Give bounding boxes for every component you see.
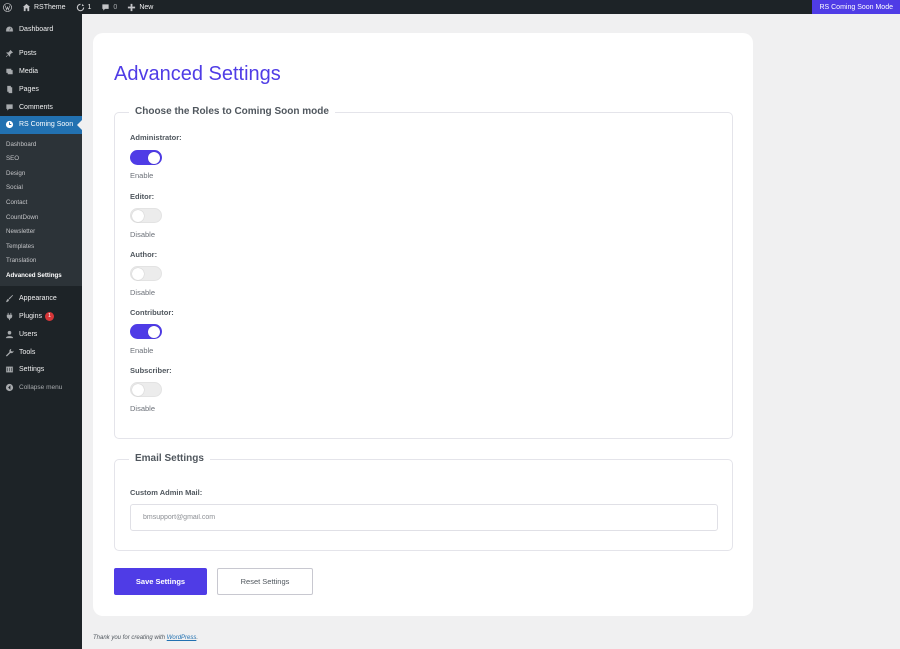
sidebar-item-label: Posts <box>19 50 37 58</box>
coming-soon-mode-indicator[interactable]: RS Coming Soon Mode <box>812 0 900 14</box>
coming-soon-mode-label: RS Coming Soon Mode <box>819 3 893 11</box>
role-label-author: Author: <box>130 250 158 259</box>
sidebar-item-label: Appearance <box>19 295 57 303</box>
submenu-item-dashboard[interactable]: Dashboard <box>0 137 82 152</box>
sidebar-item-settings[interactable]: Settings <box>0 361 82 379</box>
editor-state: Disable <box>130 230 156 239</box>
sidebar-item-dashboard[interactable]: Dashboard <box>0 21 82 39</box>
sidebar-item-label: Users <box>19 330 38 338</box>
email-legend: Email Settings <box>129 453 210 464</box>
sidebar-item-label: RS Coming Soon <box>19 121 74 129</box>
collapse-menu-button[interactable]: Collapse menu <box>0 379 82 397</box>
sidebar-item-tools[interactable]: Tools <box>0 343 82 361</box>
sidebar-item-media[interactable]: Media <box>0 63 82 81</box>
new-content-link[interactable]: New <box>122 0 158 14</box>
sidebar-item-plugins[interactable]: Plugins 1 <box>0 308 82 326</box>
wordpress-logo-icon[interactable] <box>0 0 17 14</box>
footer-text: Thank you for creating with <box>93 635 167 641</box>
home-icon <box>22 3 31 11</box>
sidebar-item-rs-coming-soon[interactable]: RS Coming Soon <box>0 115 82 134</box>
clock-icon <box>5 121 14 129</box>
comments-count: 0 <box>113 3 118 11</box>
pages-icon <box>7 85 13 93</box>
toggle-knob <box>132 210 144 222</box>
submenu-item-design[interactable]: Design <box>0 166 82 181</box>
author-state: Disable <box>130 288 156 297</box>
admin-sidebar: Dashboard Posts Media Pages Comments RS … <box>0 14 82 649</box>
custom-admin-mail-label: Custom Admin Mail: <box>130 488 203 497</box>
page-title: Advanced Settings <box>114 63 281 85</box>
brush-icon <box>5 295 14 303</box>
sidebar-item-label: Pages <box>19 85 39 93</box>
refresh-icon <box>76 3 84 11</box>
submenu-item-translation[interactable]: Translation <box>0 254 82 269</box>
comment-icon <box>102 3 110 11</box>
editor-toggle[interactable] <box>130 208 162 223</box>
reset-settings-button[interactable]: Reset Settings <box>217 568 313 595</box>
sidebar-item-comments[interactable]: Comments <box>0 98 82 116</box>
administrator-toggle[interactable] <box>130 150 162 165</box>
contributor-toggle[interactable] <box>130 324 162 339</box>
sidebar-item-pages[interactable]: Pages <box>0 80 82 98</box>
updates-link[interactable]: 1 <box>71 0 97 14</box>
pin-icon <box>5 50 14 58</box>
plugins-update-badge: 1 <box>44 311 54 321</box>
wordpress-link[interactable]: WordPress <box>167 635 197 641</box>
submenu-item-countdown[interactable]: CountDown <box>0 210 82 225</box>
submenu-item-templates[interactable]: Templates <box>0 239 82 254</box>
media-icon <box>6 68 13 75</box>
submenu-item-advanced-settings[interactable]: Advanced Settings <box>0 268 82 283</box>
role-label-editor: Editor: <box>130 192 155 201</box>
submenu-item-social[interactable]: Social <box>0 181 82 196</box>
sidebar-item-appearance[interactable]: Appearance <box>0 290 82 308</box>
role-label-contributor: Contributor: <box>130 308 174 317</box>
role-label-subscriber: Subscriber: <box>130 366 172 375</box>
author-toggle[interactable] <box>130 266 162 281</box>
admin-footer: Thank you for creating with WordPress. <box>93 635 198 641</box>
custom-admin-mail-input[interactable] <box>130 504 718 531</box>
submenu-item-seo[interactable]: SEO <box>0 151 82 166</box>
settings-icon <box>5 366 14 374</box>
toggle-knob <box>148 326 160 338</box>
toggle-knob <box>132 384 144 396</box>
comments-link[interactable]: 0 <box>96 0 122 14</box>
updates-count: 1 <box>87 3 92 11</box>
rs-coming-soon-submenu: Dashboard SEO Design Social Contact Coun… <box>0 133 82 286</box>
toggle-knob <box>148 152 160 164</box>
sidebar-item-label: Media <box>19 67 39 75</box>
collapse-arrow-icon <box>5 383 14 392</box>
comment-icon <box>6 103 13 111</box>
administrator-state: Enable <box>130 171 154 180</box>
sidebar-item-label: Plugins <box>19 312 42 320</box>
collapse-menu-label: Collapse menu <box>19 384 63 392</box>
wrench-icon <box>5 348 14 357</box>
submenu-item-contact[interactable]: Contact <box>0 195 82 210</box>
dashboard-icon <box>5 26 14 33</box>
sidebar-item-label: Settings <box>19 366 45 374</box>
sidebar-item-label: Tools <box>19 348 36 356</box>
roles-fieldset: Choose the Roles to Coming Soon mode Adm… <box>114 106 733 439</box>
site-name-link[interactable]: RSTheme <box>17 0 71 14</box>
sidebar-item-label: Dashboard <box>19 26 54 34</box>
plus-icon <box>128 3 136 11</box>
sidebar-item-posts[interactable]: Posts <box>0 45 82 63</box>
subscriber-state: Disable <box>130 404 156 413</box>
settings-card: Advanced Settings Choose the Roles to Co… <box>93 33 753 616</box>
sidebar-item-label: Comments <box>19 103 53 111</box>
contributor-state: Enable <box>130 346 154 355</box>
plugin-icon <box>6 312 13 321</box>
save-settings-button[interactable]: Save Settings <box>114 568 207 595</box>
email-fieldset: Email Settings Custom Admin Mail: <box>114 453 733 551</box>
toggle-knob <box>132 268 144 280</box>
admin-bar: RSTheme 1 0 New RS Coming Soon Mode <box>0 0 900 14</box>
users-icon <box>5 330 14 338</box>
roles-legend: Choose the Roles to Coming Soon mode <box>129 106 335 117</box>
sidebar-item-users[interactable]: Users <box>0 325 82 343</box>
subscriber-toggle[interactable] <box>130 382 162 397</box>
new-label: New <box>139 3 154 11</box>
footer-suffix: . <box>196 635 199 641</box>
site-name-label: RSTheme <box>34 3 66 11</box>
role-label-administrator: Administrator: <box>130 133 182 142</box>
submenu-item-newsletter[interactable]: Newsletter <box>0 224 82 239</box>
